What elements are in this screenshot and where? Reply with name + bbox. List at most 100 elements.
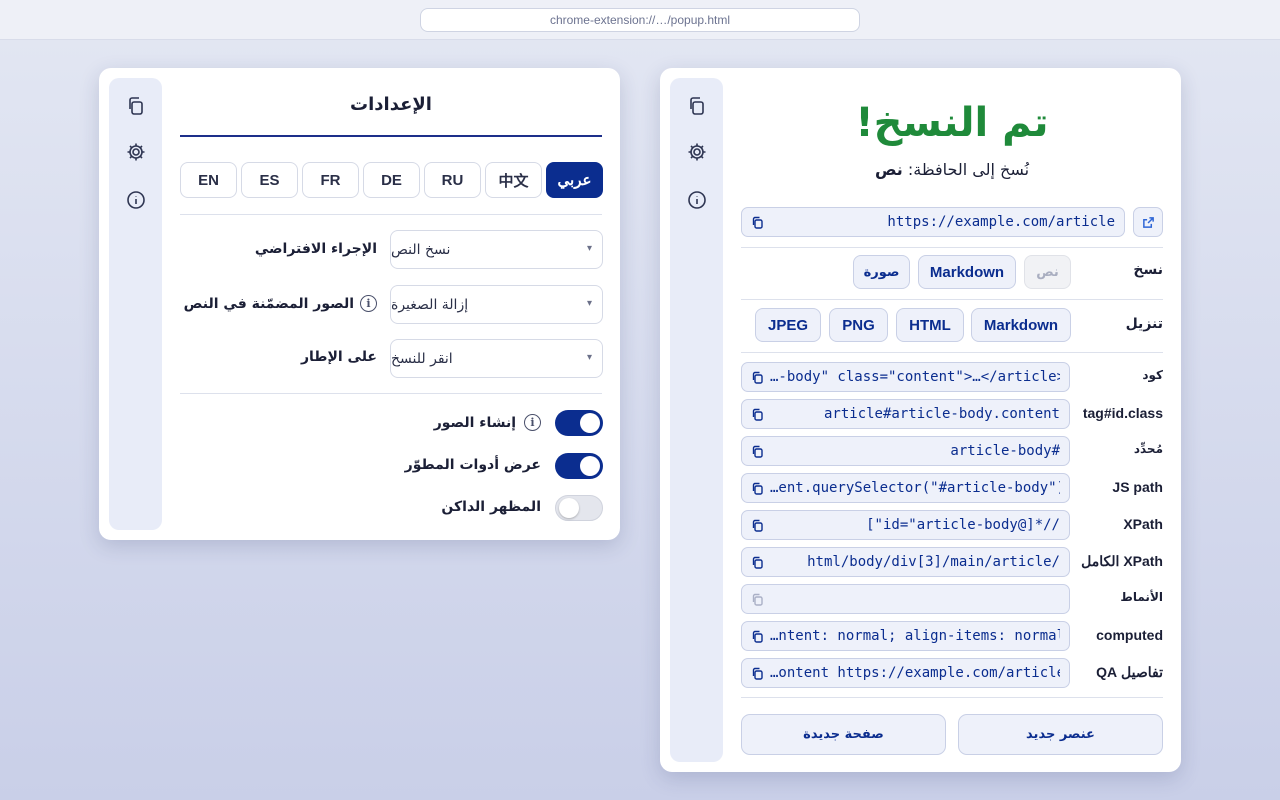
divider [741, 247, 1163, 248]
selector-field[interactable]: …ntent: normal; align-items: normal [741, 621, 1070, 651]
url-text: https://example.com/article [887, 214, 1115, 230]
toggle-knob [580, 413, 600, 433]
selector-field[interactable]: ["id="article-body@]*// [741, 510, 1070, 540]
selector-field[interactable]: …-body" class="content">…</article> [741, 362, 1070, 392]
selector-value: …ntent: normal; align-items: normal [770, 628, 1060, 644]
about-tab-button[interactable] [683, 186, 711, 214]
selector-label: كود [1142, 368, 1163, 382]
copy-icon[interactable] [751, 215, 765, 229]
language-button[interactable]: EN [180, 162, 237, 198]
download-png-button[interactable]: PNG [829, 308, 888, 342]
default-action-label: الإجراء الافتراضي [254, 241, 377, 257]
selector-field[interactable]: article#article-body.content [741, 399, 1070, 429]
chevron-down-icon: ▾ [586, 298, 592, 309]
dev-tools-toggle[interactable] [555, 453, 603, 479]
success-title: تم النسخ! [855, 100, 1049, 146]
selector-value: …ontent https://example.com/article [770, 665, 1060, 681]
selector-field[interactable]: html/body/div[3]/main/article/ [741, 547, 1070, 577]
new-page-button[interactable]: صفحة جديدة [741, 714, 946, 755]
toggle-knob [559, 498, 579, 518]
gear-icon [127, 143, 145, 161]
divider [180, 393, 602, 394]
copy-icon [129, 97, 143, 115]
info-icon[interactable]: i [524, 414, 541, 431]
copy-icon[interactable] [751, 518, 765, 532]
address-bar[interactable]: chrome-extension://…/popup.html [420, 8, 860, 32]
external-link-icon [1142, 216, 1154, 228]
copied-format: نص [874, 160, 903, 179]
copy-as-image-button[interactable]: صورة [853, 255, 910, 289]
chevron-down-icon: ▾ [586, 352, 592, 363]
selector-value: html/body/div[3]/main/article/ [807, 554, 1060, 570]
chevron-down-icon: ▾ [586, 243, 592, 254]
divider [741, 352, 1163, 353]
copy-as-markdown-button[interactable]: Markdown [918, 255, 1016, 289]
download-jpeg-button[interactable]: JPEG [755, 308, 821, 342]
copy-icon [690, 97, 704, 115]
new-element-button[interactable]: عنصر جديد [958, 714, 1163, 755]
selector-field[interactable]: …ent.querySelector("#article-body") [741, 473, 1070, 503]
title-divider [180, 135, 602, 137]
language-button[interactable]: 中文 [485, 162, 542, 198]
copied-status: نُسخ إلى الحافظة: نص [741, 160, 1163, 179]
language-button[interactable]: عربي [546, 162, 603, 198]
selector-value: …-body" class="content">…</article> [770, 369, 1060, 385]
selector-label: مُحدِّد [1133, 442, 1163, 456]
dark-mode-toggle[interactable] [555, 495, 603, 521]
divider [180, 214, 602, 215]
selector-value: …ent.querySelector("#article-body") [770, 480, 1060, 496]
toggle-label-dark-mode: المظهر الداكن [441, 499, 541, 515]
language-button[interactable]: RU [424, 162, 481, 198]
selector-value: ["id="article-body@]*// [866, 517, 1060, 533]
side-rail [109, 78, 162, 530]
language-button[interactable]: DE [363, 162, 420, 198]
language-button[interactable]: FR [302, 162, 359, 198]
selector-label: XPath [1123, 516, 1163, 532]
copy-icon[interactable] [751, 592, 765, 606]
copy-icon[interactable] [751, 481, 765, 495]
open-link-button[interactable] [1133, 207, 1163, 237]
toggle-knob [580, 456, 600, 476]
copy-row-label: نسخ [1133, 262, 1163, 278]
toggle-label-dev-tools: عرض أدوات المطوّر [404, 457, 541, 473]
download-markdown-button[interactable]: Markdown [971, 308, 1071, 342]
copy-icon[interactable] [751, 629, 765, 643]
copy-icon[interactable] [751, 666, 765, 680]
url-field[interactable]: https://example.com/article [741, 207, 1125, 237]
selector-label: JS path [1112, 479, 1163, 495]
frame-action-select[interactable]: انقر للنسخ ▾ [390, 339, 603, 378]
copy-icon[interactable] [751, 407, 765, 421]
settings-tab-button[interactable] [122, 138, 150, 166]
selector-field[interactable]: article-body# [741, 436, 1070, 466]
default-action-select[interactable]: نسخ النص ▾ [390, 230, 603, 269]
copy-icon[interactable] [751, 555, 765, 569]
language-button[interactable]: ES [241, 162, 298, 198]
copy-icon[interactable] [751, 370, 765, 384]
about-tab-button[interactable] [122, 186, 150, 214]
copy-tab-button[interactable] [122, 92, 150, 120]
inline-images-select[interactable]: إزالة الصغيرة ▾ [390, 285, 603, 324]
selector-label: تفاصيل QA [1096, 664, 1163, 680]
copy-icon[interactable] [751, 444, 765, 458]
download-row-label: تنزيل [1125, 316, 1163, 332]
download-html-button[interactable]: HTML [896, 308, 964, 342]
settings-tab-button[interactable] [683, 138, 711, 166]
generate-images-toggle[interactable] [555, 410, 603, 436]
selector-label: الأنماط [1120, 590, 1163, 604]
selector-field[interactable]: …ontent https://example.com/article [741, 658, 1070, 688]
selector-value: article#article-body.content [823, 406, 1060, 422]
inline-images-label: الصور المضمّنة في النص i [184, 295, 377, 312]
copy-tab-button[interactable] [683, 92, 711, 120]
settings-title: الإعدادات [350, 94, 432, 115]
info-icon[interactable]: i [360, 295, 377, 312]
info-icon [127, 191, 145, 209]
settings-panel: الإعدادات عربي 中文 RU DE FR ES EN الإجراء الافت… [99, 68, 620, 540]
divider [741, 299, 1163, 300]
browser-toolbar: chrome-extension://…/popup.html [0, 0, 1280, 40]
selector-label: XPath الكامل [1081, 553, 1163, 569]
result-panel: تم النسخ! نُسخ إلى الحافظة: نص https://e… [660, 68, 1181, 772]
copied-prefix: نُسخ إلى الحافظة: [907, 160, 1030, 179]
selector-value: article-body# [950, 443, 1060, 459]
selector-field[interactable] [741, 584, 1070, 614]
copy-as-text-button[interactable]: نص [1024, 255, 1071, 289]
